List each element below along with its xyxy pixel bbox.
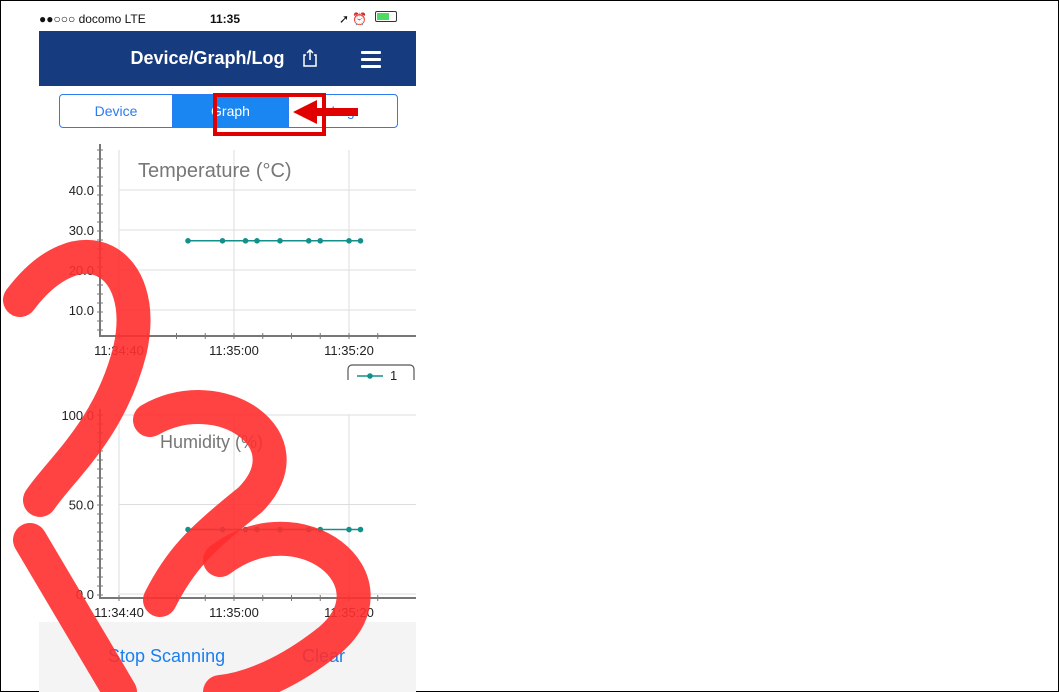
red-arrow-icon: [293, 100, 358, 124]
x-tick-label: 11:35:20: [324, 343, 374, 358]
legend-label: 1: [390, 368, 397, 380]
bottom-toolbar: Stop Scanning Clear: [39, 622, 416, 692]
x-tick-label: 11:34:40: [94, 605, 144, 620]
data-point: [317, 238, 324, 244]
y-tick-label: 20.0: [69, 263, 94, 278]
stop-scanning-button[interactable]: Stop Scanning: [108, 646, 225, 667]
data-point: [317, 526, 324, 533]
share-icon[interactable]: [303, 49, 317, 67]
status-icons: ➚ ⏰: [339, 12, 368, 26]
data-point: [357, 526, 364, 533]
data-point: [242, 238, 249, 244]
data-point: [346, 238, 352, 244]
data-point: [357, 238, 364, 244]
y-tick-label: 40.0: [69, 183, 94, 198]
battery-icon: [375, 11, 397, 22]
data-point: [242, 526, 249, 533]
data-point: [346, 526, 352, 533]
humidity-chart: 0.0 50.0 100.0 11:34:40 11:35:00 11:35:20 Humi…: [61, 408, 416, 620]
x-tick-label: 11:35:20: [324, 605, 374, 620]
clear-button[interactable]: Clear: [302, 646, 345, 667]
y-tick-label: 100.0: [61, 408, 94, 423]
data-point: [185, 526, 191, 533]
data-point: [277, 526, 283, 533]
y-tick-label: 10.0: [69, 303, 94, 318]
x-tick-label: 11:34:40: [94, 343, 144, 358]
carrier-label: ●●○○○ docomo LTE: [39, 12, 146, 26]
data-point: [219, 526, 226, 533]
legend-marker: [367, 373, 373, 379]
status-time: 11:35: [210, 12, 241, 26]
data-point: [305, 526, 312, 533]
y-tick-label: 50.0: [69, 498, 94, 513]
status-bar: ●●○○○ docomo LTE 11:35 ➚ ⏰: [39, 5, 416, 31]
data-point: [305, 238, 312, 244]
y-tick-label: 30.0: [69, 223, 94, 238]
nav-bar: Device/Graph/Log: [39, 31, 416, 86]
x-tick-label: 11:35:00: [209, 343, 259, 358]
data-point: [185, 238, 191, 244]
data-point: [219, 238, 226, 244]
temperature-chart: 10.0 20.0 30.0 40.0 11:34:40 11:35:00 11:35:20…: [69, 144, 416, 380]
data-point: [254, 238, 260, 244]
tab-device[interactable]: Device: [59, 94, 173, 128]
chart-title: Humidity (%): [160, 432, 263, 452]
chart-title: Temperature (°C): [138, 160, 292, 182]
x-tick-label: 11:35:00: [209, 605, 259, 620]
page-title: Device/Graph/Log: [130, 48, 285, 68]
legend-box: [347, 364, 415, 380]
data-point: [277, 238, 283, 244]
data-point: [254, 526, 260, 533]
hamburger-menu-icon[interactable]: [361, 51, 381, 72]
y-tick-label: 0.0: [76, 587, 94, 602]
